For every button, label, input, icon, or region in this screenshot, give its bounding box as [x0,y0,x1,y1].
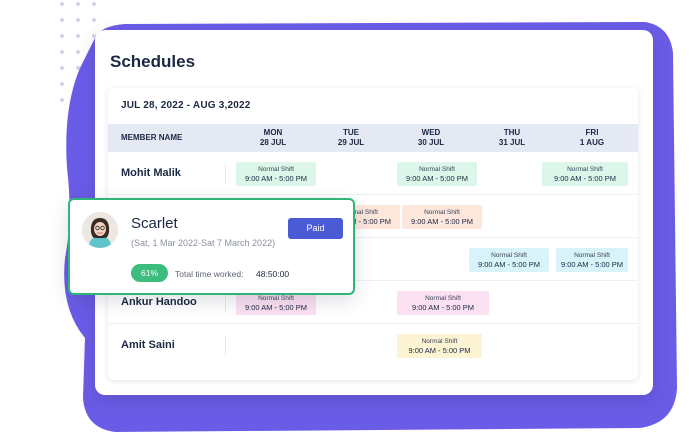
day-header-thu: THU 31 JUL [498,128,526,147]
day-header-tue: TUE 29 JUL [337,128,365,147]
page-title: Schedules [110,52,196,71]
shift-block[interactable]: Normal Shift 9:00 AM - 5:00 PM [397,334,482,358]
day-header-fri: FRI 1 AUG [579,128,605,147]
member-summary-popup: Scarlet (Sat, 1 Mar 2022-Sat 7 March 202… [68,198,355,295]
day-header-mon: MON 28 JUL [259,128,287,147]
day-header-wed: WED 30 JUL [417,128,445,147]
shift-block[interactable]: Normal Shift 9:00 AM - 5:00 PM [542,162,628,186]
table-header: MEMBER NAME MON 28 JUL TUE 29 JUL WED 30 JU… [108,124,638,152]
divider [225,293,226,313]
avatar [82,212,118,248]
member-name: Mohit Malik [121,167,181,179]
divider [225,164,226,184]
member-name: Amit Saini [121,339,175,351]
shift-block[interactable]: Normal Shift 9:00 AM - 5:00 PM [556,248,628,272]
user-photo-icon [82,212,118,248]
shift-block[interactable]: Normal Shift 9:00 AM - 5:00 PM [402,205,482,229]
member-name-header: MEMBER NAME [121,133,183,142]
shift-block[interactable]: Normal Shift 9:00 AM - 5:00 PM [236,162,316,186]
total-time-value: 48:50:00 [256,269,290,279]
member-name: Ankur Handoo [121,296,197,308]
table-row: Amit Saini Normal Shift 9:00 AM - 5:00 PM [108,324,638,367]
date-range: (Sat, 1 Mar 2022-Sat 7 March 2022) [131,238,276,248]
total-time-label: Total time worked: [175,269,244,279]
date-range[interactable]: JUL 28, 2022 - AUG 3,2022 [121,100,251,111]
shift-block[interactable]: Normal Shift 9:00 AM - 5:00 PM [469,248,549,272]
paid-button[interactable]: Paid [288,218,343,239]
divider [225,336,226,356]
shift-block[interactable]: Normal Shift 9:00 AM - 5:00 PM [397,291,489,315]
percent-badge: 61% [131,264,168,282]
shift-block[interactable]: Normal Shift 9:00 AM - 5:00 PM [397,162,477,186]
table-row: Mohit Malik Normal Shift 9:00 AM - 5:00 P… [108,152,638,195]
member-name: Scarlet [131,215,178,232]
